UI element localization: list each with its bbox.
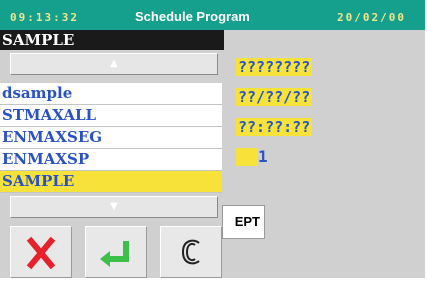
- scroll-down-button[interactable]: ▼: [10, 196, 218, 218]
- list-item-selected[interactable]: SAMPLE: [0, 171, 222, 193]
- clock-date: 20/02/00: [337, 11, 406, 24]
- down-arrow-icon: ▼: [110, 201, 118, 212]
- list-title: SAMPLE: [0, 30, 224, 50]
- page-title: Schedule Program: [135, 9, 250, 24]
- up-arrow-icon: ▲: [110, 58, 118, 69]
- program-time-field[interactable]: ??:??:??: [236, 118, 313, 136]
- list-item[interactable]: dsample: [0, 83, 222, 105]
- clear-button[interactable]: [160, 226, 222, 278]
- list-item[interactable]: ENMAXSP: [0, 149, 222, 171]
- list-item[interactable]: STMAXALL: [0, 105, 222, 127]
- accept-button[interactable]: EPT: [222, 205, 265, 239]
- clock-time: 09:13:32: [10, 11, 79, 24]
- enter-button[interactable]: [85, 226, 147, 278]
- scroll-up-button[interactable]: ▲: [10, 53, 218, 75]
- title-bar: 09:13:32 Schedule Program 20/02/00: [0, 0, 425, 30]
- clear-c-icon: [181, 239, 200, 265]
- segment-number[interactable]: 1: [258, 148, 268, 166]
- program-date-field[interactable]: ??/??/??: [236, 88, 313, 106]
- program-name-field[interactable]: ????????: [236, 58, 313, 76]
- segment-marker: [236, 148, 258, 166]
- cancel-button[interactable]: [10, 226, 72, 278]
- list-item[interactable]: ENMAXSEG: [0, 127, 222, 149]
- enter-arrow-icon: [100, 241, 129, 267]
- red-cross-icon: [26, 236, 56, 270]
